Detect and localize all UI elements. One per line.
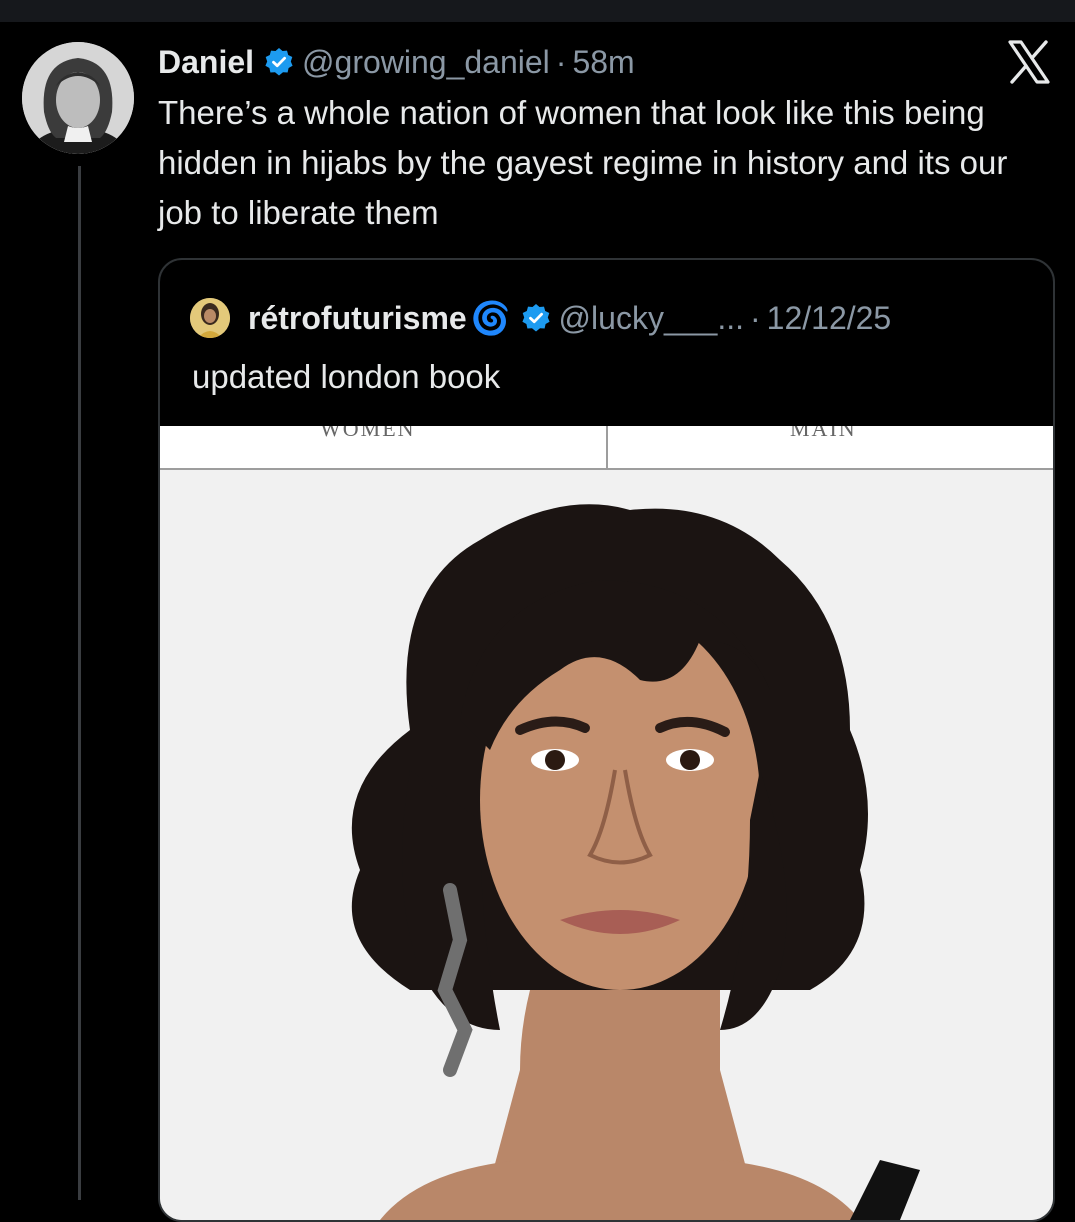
quoted-header-separator: · xyxy=(750,299,761,336)
header-separator: · xyxy=(555,43,567,80)
image-nav-label-women: WOMEN xyxy=(320,426,416,441)
verified-badge-icon xyxy=(521,303,551,333)
quoted-tweet-text: updated london book xyxy=(192,358,501,395)
author-display-name[interactable]: Daniel xyxy=(158,44,254,81)
image-nav-divider xyxy=(606,426,608,468)
quoted-author-display-name[interactable]: rétrofuturisme xyxy=(248,300,467,337)
verified-badge-icon xyxy=(264,47,294,77)
top-status-strip xyxy=(0,0,1075,22)
avatar[interactable] xyxy=(22,42,134,154)
portrait-photo xyxy=(160,470,1053,1220)
tweet-timestamp[interactable]: 58m xyxy=(572,44,634,81)
quoted-author-handle[interactable]: @lucky___... xyxy=(559,300,744,337)
quoted-author-avatar[interactable] xyxy=(190,298,230,338)
thread-connector-line xyxy=(78,166,81,1200)
x-logo-icon xyxy=(1006,40,1052,84)
image-nav-label-main: MAIN xyxy=(790,426,857,441)
tweet-header: Daniel @growing_daniel · 58m xyxy=(158,40,635,84)
cyclone-emoji-icon: 🌀 xyxy=(470,300,511,336)
quoted-tweet-card[interactable]: rétrofuturisme 🌀 @lucky___... · 12/12/25… xyxy=(158,258,1055,1222)
quoted-tweet-image[interactable]: WOMEN MAIN xyxy=(160,426,1053,1220)
quoted-tweet-date[interactable]: 12/12/25 xyxy=(767,300,892,337)
quoted-tweet-header: rétrofuturisme 🌀 @lucky___... · 12/12/25 xyxy=(190,296,891,340)
tweet-text: There’s a whole nation of women that loo… xyxy=(158,94,1008,231)
image-nav-row: WOMEN MAIN xyxy=(160,426,1053,470)
author-handle[interactable]: @growing_daniel xyxy=(302,44,550,81)
